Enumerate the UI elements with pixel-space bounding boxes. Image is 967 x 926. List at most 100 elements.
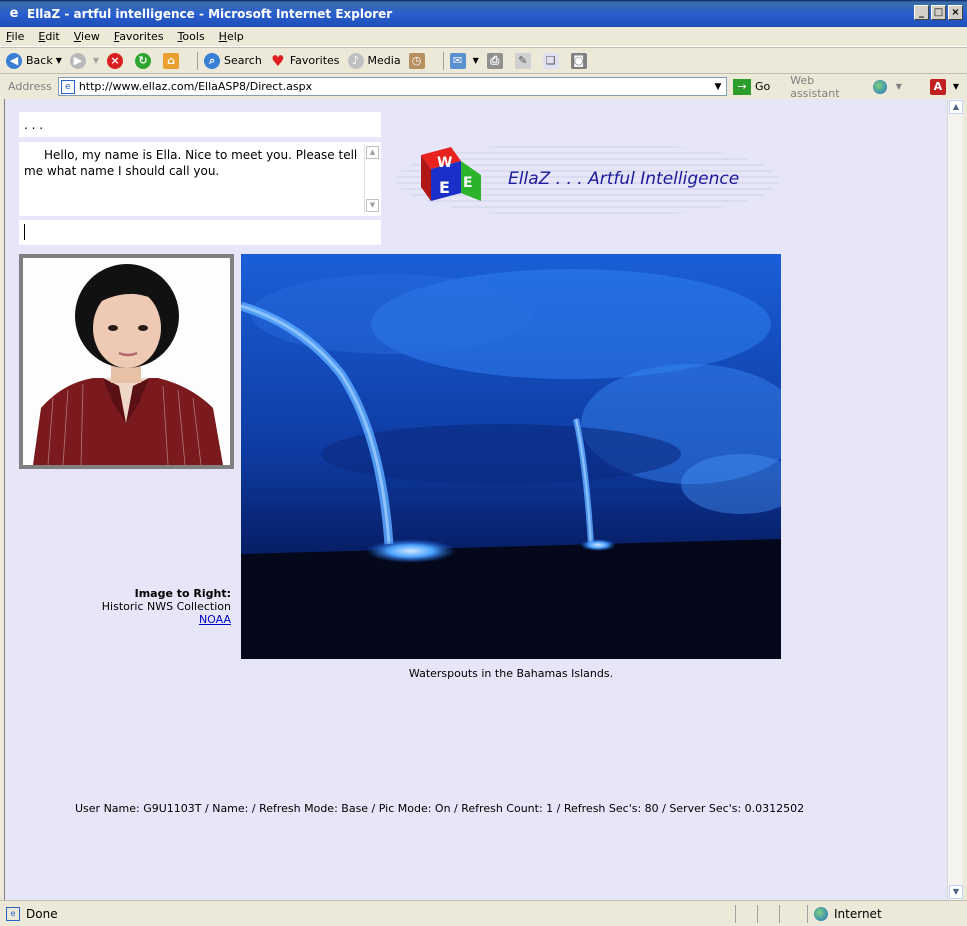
menu-bar: File Edit View Favorites Tools Help [0, 27, 967, 47]
menu-view[interactable]: View [74, 30, 100, 43]
svg-text:E: E [439, 178, 450, 197]
status-cell [757, 904, 779, 923]
status-cell [735, 904, 757, 923]
discuss-icon: ❏ [542, 52, 559, 69]
media-button[interactable]: ♪ Media [347, 50, 401, 72]
menu-favorites[interactable]: Favorites [114, 30, 164, 43]
credit-source: Historic NWS Collection [101, 600, 231, 613]
portrait-image [23, 258, 230, 465]
chat-response-box[interactable]: Hello, my name is Ella. Nice to meet you… [19, 142, 381, 216]
mail-icon: ✉ [449, 52, 466, 69]
waterspout-photo [239, 254, 801, 659]
back-dropdown-icon[interactable]: ▼ [56, 56, 62, 65]
globe-icon [873, 79, 887, 94]
session-status: User Name: G9U1103T / Name: / Refresh Mo… [75, 802, 805, 815]
go-arrow-icon: → [732, 78, 751, 95]
print-icon: ⎙ [486, 52, 503, 69]
web-assistant-label: Web assistant [790, 73, 840, 100]
home-icon: ⌂ [163, 52, 180, 69]
print-button[interactable]: ⎙ [486, 50, 507, 72]
favorites-star-icon: ♥ [271, 51, 285, 70]
address-dropdown-icon[interactable]: ▼ [710, 78, 726, 95]
chat-message: Hello, my name is Ella. Nice to meet you… [24, 148, 358, 178]
close-button[interactable]: × [948, 5, 963, 20]
refresh-button[interactable]: ↻ [135, 50, 155, 72]
go-label: Go [754, 80, 771, 93]
minimize-button[interactable]: _ [914, 5, 929, 20]
translate-icon: A [929, 78, 946, 95]
menu-file[interactable]: File [6, 30, 24, 43]
svg-text:W: W [437, 155, 452, 171]
page-scrollbar[interactable]: ▲ ▼ [947, 99, 963, 900]
status-bar: e Done Internet [0, 900, 967, 926]
forward-button[interactable]: ▶ ▼ [69, 50, 99, 72]
media-label: Media [367, 54, 401, 67]
home-button[interactable]: ⌂ [163, 50, 183, 72]
menu-help[interactable]: Help [219, 30, 244, 43]
page-content: . . . Hello, my name is Ella. Nice to me… [4, 99, 947, 900]
go-button[interactable]: → Go [732, 78, 771, 95]
media-icon: ♪ [347, 52, 364, 69]
stop-button[interactable]: × [107, 50, 127, 72]
scroll-up-icon[interactable]: ▲ [949, 100, 963, 114]
maximize-button[interactable]: □ [931, 5, 946, 20]
edit-button[interactable]: ✎ [514, 50, 535, 72]
history-icon: ◷ [408, 52, 425, 69]
ella-portrait [19, 254, 234, 469]
forward-dropdown-icon[interactable]: ▼ [93, 56, 99, 65]
search-label: Search [224, 54, 262, 67]
chat-history: . . . [19, 112, 381, 137]
translate-dropdown-icon[interactable]: ▼ [953, 82, 959, 91]
status-cell [779, 904, 807, 923]
ie-icon: e [9, 5, 19, 21]
window-controls: _ □ × [914, 5, 963, 20]
internet-globe-icon [814, 906, 828, 921]
stop-icon: × [107, 52, 124, 69]
menu-edit[interactable]: Edit [38, 30, 59, 43]
favorites-label: Favorites [289, 54, 340, 67]
messenger-button[interactable]: ◙ [570, 50, 591, 72]
favorites-button[interactable]: ♥ Favorites [270, 50, 340, 72]
scroll-down-icon[interactable]: ▼ [949, 885, 963, 899]
photo-caption: Waterspouts in the Bahamas Islands. [408, 667, 614, 680]
window-frame [963, 99, 967, 900]
history-button[interactable]: ◷ [408, 50, 429, 72]
logo-text: EllaZ . . . Artful Intelligence [508, 169, 740, 189]
toolbar-separator [442, 51, 444, 70]
messenger-icon: ◙ [570, 52, 587, 69]
window-title: EllaZ - artful intelligence - Microsoft … [27, 6, 393, 21]
edit-icon: ✎ [514, 52, 531, 69]
noaa-link[interactable]: NOAA [65, 613, 231, 626]
translate-button[interactable]: A ▼ [929, 76, 959, 98]
discuss-button[interactable]: ❏ [542, 50, 563, 72]
ellaz-logo: W E E EllaZ . . . Artful Intelligence [393, 141, 781, 219]
address-url: http://www.ellaz.com/EllaASP8/Direct.asp… [78, 80, 313, 93]
page-icon: e [60, 79, 75, 94]
svg-text:E: E [463, 175, 473, 191]
mail-button[interactable]: ✉ ▼ [449, 50, 479, 72]
address-bar: Address e http://www.ellaz.com/EllaASP8/… [0, 73, 967, 100]
security-zone: Internet [807, 904, 957, 923]
web-assistant-dropdown-icon[interactable]: ▼ [896, 82, 902, 91]
address-input[interactable]: e http://www.ellaz.com/EllaASP8/Direct.a… [57, 77, 727, 96]
back-arrow-icon: ◀ [6, 52, 22, 69]
scroll-down-icon[interactable]: ▼ [366, 199, 379, 212]
credit-title: Image to Right: [134, 587, 231, 600]
chat-scrollbar[interactable]: ▲ ▼ [364, 144, 379, 214]
zone-label: Internet [834, 906, 882, 921]
scroll-up-icon[interactable]: ▲ [366, 146, 379, 159]
back-button[interactable]: ◀ Back ▼ [6, 50, 62, 72]
toolbar-separator [197, 51, 199, 70]
text-caret [24, 224, 25, 240]
back-label: Back [26, 54, 53, 67]
web-assistant[interactable]: Web assistant ▼ [790, 74, 902, 100]
address-label: Address [8, 80, 52, 93]
search-icon: ⌕ [204, 52, 221, 69]
chat-input[interactable] [19, 220, 381, 245]
refresh-icon: ↻ [135, 52, 152, 69]
status-text: Done [26, 906, 58, 921]
menu-tools[interactable]: Tools [178, 30, 205, 43]
search-button[interactable]: ⌕ Search [204, 50, 262, 72]
page-status-icon: e [6, 906, 20, 921]
mail-dropdown-icon[interactable]: ▼ [473, 56, 479, 65]
